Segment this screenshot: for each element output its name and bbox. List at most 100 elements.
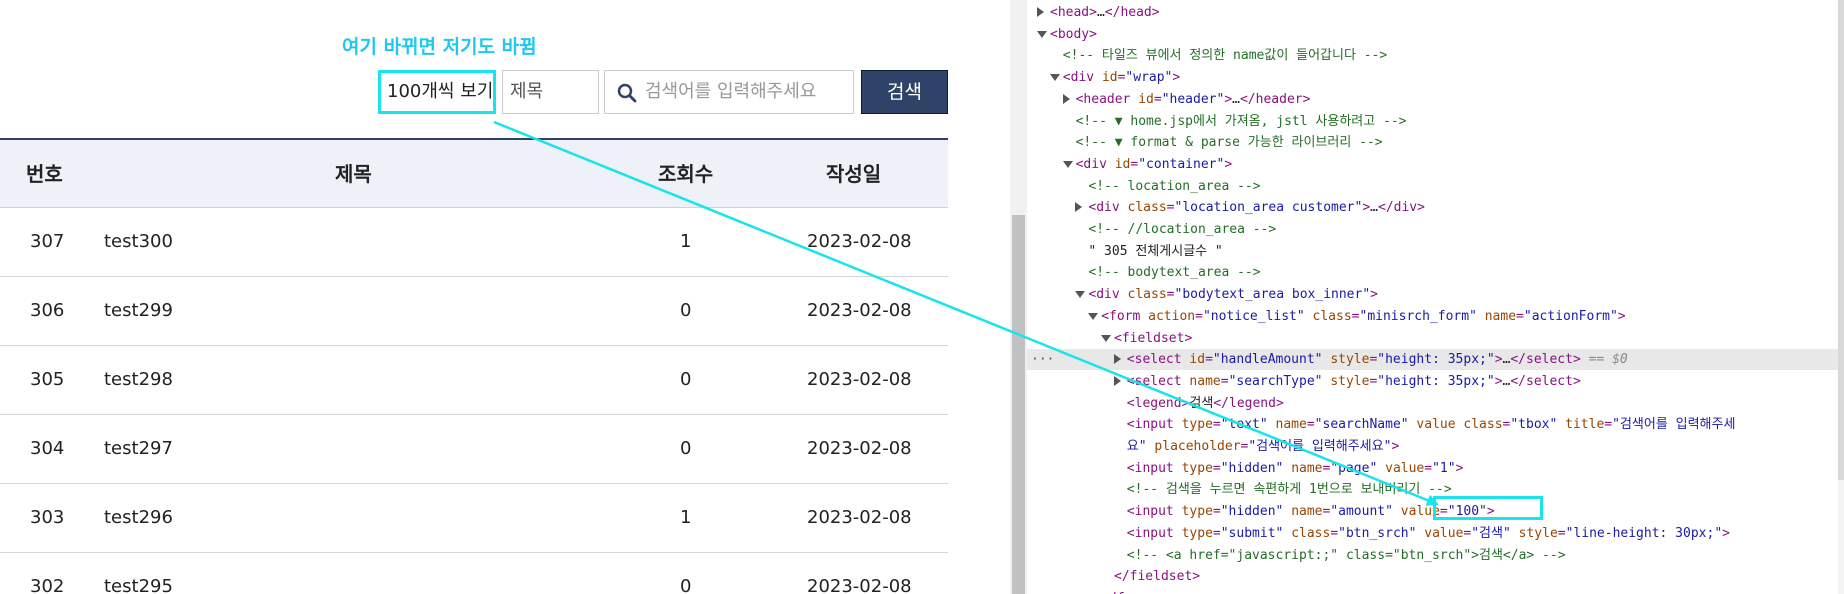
code-token: type	[1181, 504, 1213, 520]
dom-node-line[interactable]: <div class="bodytext_area box_inner">	[1027, 284, 1844, 305]
dom-node-line[interactable]: <body>	[1027, 24, 1844, 45]
expanded-triangle-icon[interactable]	[1088, 312, 1099, 320]
collapsed-triangle-icon[interactable]	[1075, 202, 1083, 213]
code-token: >	[1455, 460, 1464, 476]
dom-node-line[interactable]: <legend>검색</legend>	[1027, 393, 1844, 414]
code-token: type	[1181, 417, 1213, 433]
row-title[interactable]: test299	[104, 277, 173, 345]
row-date: 2023-02-08	[807, 576, 912, 594]
amount-select[interactable]: 100개씩 보기	[378, 70, 496, 114]
expanded-triangle-icon[interactable]	[1037, 30, 1047, 38]
expanded-triangle-icon[interactable]	[1049, 74, 1060, 82]
dom-node-code: <input type="submit" class="btn_srch" va…	[1127, 523, 1730, 544]
table-row[interactable]: 304 test297 0 2023-02-08	[0, 415, 948, 484]
row-title[interactable]: test295	[104, 553, 173, 594]
dom-node-line[interactable]: <fieldset>	[1027, 328, 1844, 349]
code-token: =	[1220, 373, 1229, 389]
code-token: =	[1212, 525, 1221, 541]
dom-node-line[interactable]: 요" placeholder="검색어를 입력해주세요">	[1027, 436, 1844, 457]
dom-node-line[interactable]: <div class="location_area customer">…</d…	[1027, 197, 1844, 218]
search-type-select[interactable]: 제목	[502, 70, 599, 114]
search-icon	[617, 83, 637, 103]
code-token: style	[1518, 525, 1558, 541]
code-token: 요"	[1126, 439, 1147, 454]
page-scroll-thumb[interactable]	[1012, 215, 1025, 594]
dom-node-code: <!-- <a href="javascript:;" class="btn_s…	[1127, 545, 1566, 566]
dom-node-code: <input type="text" name="searchName" val…	[1127, 414, 1736, 435]
devtools-scrollbar[interactable]	[1838, 0, 1844, 594]
row-title[interactable]: test296	[104, 484, 173, 552]
expanded-triangle-icon[interactable]	[1101, 334, 1111, 342]
code-token: =	[1306, 417, 1315, 433]
table-row[interactable]: 302 test295 0 2023-02-08	[0, 553, 948, 594]
search-input[interactable]: 검색어를 입력해주세요	[604, 70, 854, 114]
dom-node-code: <head>…</head>	[1050, 2, 1160, 23]
dom-node-line[interactable]: <!-- ▼ format & parse 가능한 라이브러리 -->	[1027, 132, 1844, 153]
code-token: class	[1127, 200, 1167, 216]
code-token: "height: 35px;"	[1377, 373, 1495, 389]
code-token: "handleAmount"	[1212, 352, 1323, 368]
dom-node-line[interactable]: <div id="wrap">	[1027, 67, 1844, 88]
dom-node-code: <form action="notice_list" class="minisr…	[1101, 306, 1625, 327]
expanded-triangle-icon[interactable]	[1075, 291, 1086, 299]
code-token: <!-- //location_area -->	[1088, 222, 1277, 237]
collapsed-triangle-icon[interactable]	[1037, 7, 1044, 17]
page-scrollbar[interactable]	[1010, 0, 1027, 594]
row-title[interactable]: test298	[104, 346, 173, 414]
dom-node-line[interactable]: <!-- ▼ home.jsp에서 가져옴, jstl 사용하려고 -->	[1027, 111, 1844, 132]
devtools-scroll-thumb[interactable]	[1838, 0, 1844, 480]
code-token: <form	[1101, 308, 1149, 324]
dom-node-line[interactable]: <input type="text" name="searchName" val…	[1027, 414, 1844, 435]
table-row[interactable]: 303 test296 1 2023-02-08	[0, 484, 948, 553]
row-no: 302	[30, 576, 65, 594]
dom-node-line[interactable]: <form action="notice_list" class="minisr…	[1027, 306, 1844, 327]
collapsed-triangle-icon[interactable]	[1113, 375, 1121, 386]
expanded-triangle-icon[interactable]	[1062, 160, 1073, 168]
header-date: 작성일	[826, 162, 882, 186]
collapsed-triangle-icon[interactable]	[1062, 93, 1070, 104]
dom-node-line[interactable]: <!-- //location_area -->	[1027, 219, 1844, 240]
dom-node-line[interactable]: <!-- location_area -->	[1027, 176, 1844, 197]
dom-node-code: <legend>검색</legend>	[1127, 393, 1284, 414]
code-token: <!-- bodytext_area -->	[1088, 265, 1261, 281]
search-button[interactable]: 검색	[861, 70, 948, 114]
row-date: 2023-02-08	[807, 231, 912, 252]
dom-node-line[interactable]: <input type="submit" class="btn_srch" va…	[1027, 523, 1844, 544]
dom-node-line[interactable]: <header id="header">…</header>	[1027, 89, 1844, 110]
code-token: "amount"	[1330, 504, 1393, 520]
code-token: <input	[1126, 504, 1182, 520]
dom-node-line[interactable]: <!-- 타일즈 뷰에서 정의한 name값이 들어갑니다 -->	[1027, 45, 1844, 66]
dom-node-line[interactable]: <!-- bodytext_area -->	[1027, 262, 1844, 283]
dom-node-line[interactable]: " 305 전체게시글수 "	[1027, 241, 1844, 262]
dom-node-line[interactable]: <div id="container">	[1027, 154, 1844, 175]
header-views: 조회수	[658, 162, 714, 186]
code-token: <select	[1126, 352, 1190, 368]
code-token: =	[1166, 287, 1175, 303]
table-row[interactable]: 306 test299 0 2023-02-08	[0, 277, 948, 346]
dom-node-line[interactable]: </form>	[1027, 588, 1844, 594]
dom-node-line[interactable]: ··· <select id="handleAmount" style="heig…	[1027, 349, 1844, 371]
dom-node-code: <!-- ▼ format & parse 가능한 라이브러리 -->	[1076, 132, 1383, 153]
dom-node-line[interactable]: <input type="hidden" name="page" value="…	[1027, 458, 1844, 479]
code-token: "height: 35px;"	[1377, 352, 1495, 368]
code-token: "tbox"	[1510, 417, 1558, 433]
collapsed-triangle-icon[interactable]	[1113, 354, 1121, 365]
more-actions-icon[interactable]: ···	[1031, 349, 1054, 370]
dom-node-line[interactable]: <!-- <a href="javascript:;" class="btn_s…	[1027, 545, 1844, 566]
dom-node-line[interactable]: </fieldset>	[1027, 566, 1844, 587]
dom-node-line[interactable]: <head>…</head>	[1027, 2, 1844, 23]
table-row[interactable]: 305 test298 0 2023-02-08	[0, 346, 948, 415]
code-token: "actionForm"	[1523, 308, 1618, 324]
table-row[interactable]: 307 test300 1 2023-02-08	[0, 208, 948, 277]
code-token: <div	[1088, 200, 1128, 216]
row-title[interactable]: test300	[104, 208, 173, 276]
row-title[interactable]: test297	[104, 415, 173, 483]
row-no: 303	[30, 507, 65, 528]
dom-node-line[interactable]: <select name="searchType" style="height:…	[1027, 371, 1844, 392]
code-token: "location_area customer"	[1174, 200, 1363, 216]
code-token: </legend>	[1213, 395, 1284, 411]
dom-node-code: " 305 전체게시글수 "	[1088, 241, 1222, 262]
code-token: placeholder	[1154, 439, 1241, 454]
code-token: </header>	[1239, 91, 1311, 107]
